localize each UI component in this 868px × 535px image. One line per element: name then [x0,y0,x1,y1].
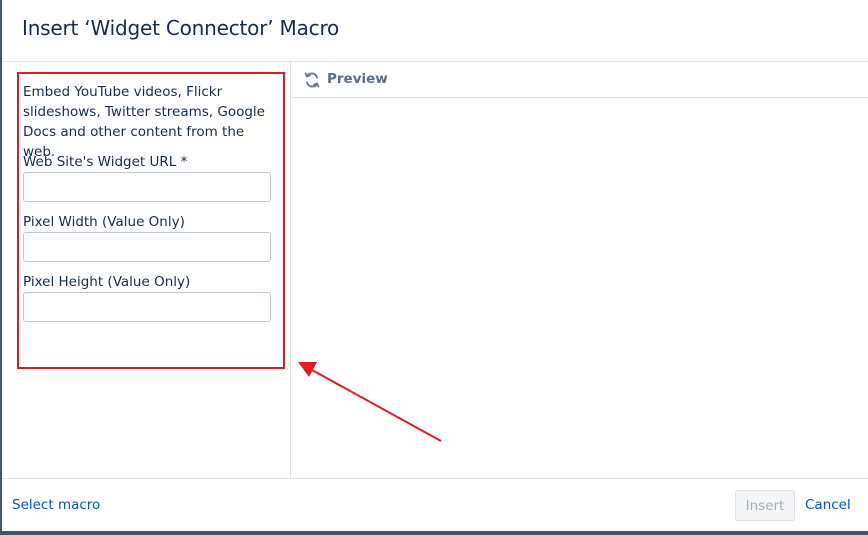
widget-url-input[interactable] [23,172,271,202]
preview-header: Preview [292,62,868,98]
refresh-icon[interactable] [303,71,321,89]
insert-macro-dialog: Insert ‘Widget Connector’ Macro Embed Yo… [2,0,868,531]
macro-parameters-panel: Embed YouTube videos, Flickr slideshows,… [2,62,291,478]
preview-label[interactable]: Preview [327,71,388,87]
macro-description: Embed YouTube videos, Flickr slideshows,… [23,84,265,160]
dialog-header: Insert ‘Widget Connector’ Macro [2,0,868,62]
pixel-width-input[interactable] [23,232,271,262]
insert-button[interactable]: Insert [735,490,795,521]
widget-url-label: Web Site's Widget URL * [23,154,188,170]
pixel-width-label: Pixel Width (Value Only) [23,214,185,230]
pixel-height-input[interactable] [23,292,271,322]
pixel-height-label: Pixel Height (Value Only) [23,274,191,290]
select-macro-link[interactable]: Select macro [12,497,100,513]
dialog-footer: Select macro Insert Cancel [2,478,868,531]
dialog-title: Insert ‘Widget Connector’ Macro [22,16,340,40]
preview-panel: Preview [292,62,868,478]
cancel-link[interactable]: Cancel [805,497,851,513]
